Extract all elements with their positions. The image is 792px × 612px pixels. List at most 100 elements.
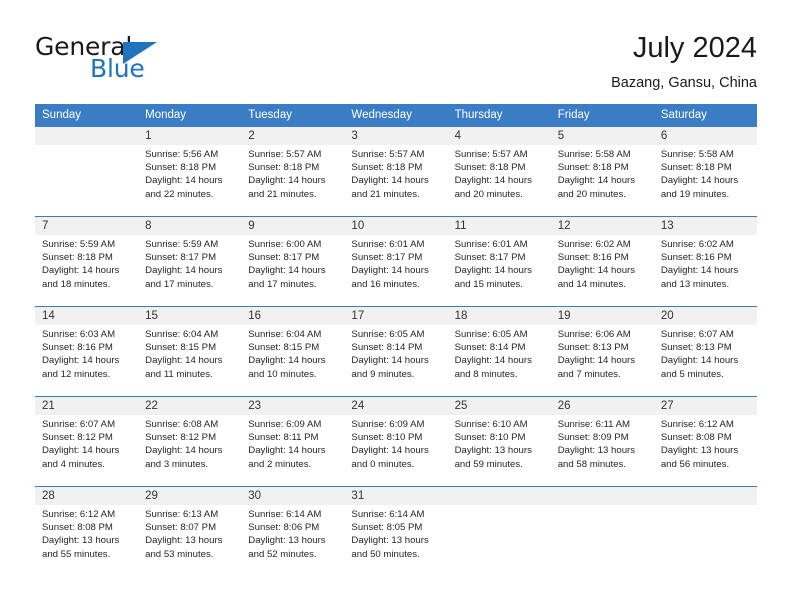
- daylight-text-line1: Daylight: 14 hours: [145, 355, 223, 367]
- calendar-cell: 22 Sunrise: 6:08 AM Sunset: 8:12 PM Dayligh…: [138, 396, 242, 486]
- daylight-text-line2: and 8 minutes.: [454, 368, 518, 380]
- logo-text-blue: Blue: [90, 54, 145, 83]
- day-cell[interactable]: 17 Sunrise: 6:05 AM Sunset: 8:14 PM Dayligh…: [344, 306, 448, 396]
- day-details: Sunrise: 6:04 AM Sunset: 8:15 PM Daylight:…: [241, 325, 344, 381]
- daylight-text-line2: and 7 minutes.: [557, 368, 621, 380]
- day-cell[interactable]: 28 Sunrise: 6:12 AM Sunset: 8:08 PM Dayligh…: [35, 486, 139, 576]
- sunset-text: Sunset: 8:18 PM: [454, 162, 526, 174]
- daylight-text-line1: Daylight: 14 hours: [454, 355, 532, 367]
- day-cell[interactable]: 26 Sunrise: 6:11 AM Sunset: 8:09 PM Dayligh…: [550, 396, 654, 486]
- day-cell[interactable]: 12 Sunrise: 6:02 AM Sunset: 8:16 PM Dayligh…: [550, 216, 654, 306]
- day-cell[interactable]: 6 Sunrise: 5:58 AM Sunset: 8:18 PM Daylight…: [653, 126, 757, 216]
- day-number: 24: [344, 397, 448, 415]
- sunset-text: Sunset: 8:18 PM: [351, 162, 423, 174]
- sunrise-text: Sunrise: 6:05 AM: [454, 329, 528, 340]
- day-details: Sunrise: 6:11 AM Sunset: 8:09 PM Daylight:…: [551, 415, 654, 471]
- day-cell[interactable]: 19 Sunrise: 6:06 AM Sunset: 8:13 PM Dayligh…: [550, 306, 654, 396]
- day-cell[interactable]: 18 Sunrise: 6:05 AM Sunset: 8:14 PM Dayligh…: [447, 306, 551, 396]
- sunrise-text: Sunrise: 6:08 AM: [145, 419, 219, 430]
- sunset-text: Sunset: 8:05 PM: [351, 522, 423, 534]
- day-cell[interactable]: 25 Sunrise: 6:10 AM Sunset: 8:10 PM Dayligh…: [447, 396, 551, 486]
- day-cell[interactable]: 4 Sunrise: 5:57 AM Sunset: 8:18 PM Daylight…: [447, 126, 551, 216]
- calendar-cell: 29 Sunrise: 6:13 AM Sunset: 8:07 PM Dayligh…: [138, 486, 242, 576]
- day-cell[interactable]: 16 Sunrise: 6:04 AM Sunset: 8:15 PM Dayligh…: [241, 306, 345, 396]
- calendar-cell: [653, 486, 757, 576]
- day-number: 3: [344, 127, 448, 145]
- day-details: Sunrise: 6:02 AM Sunset: 8:16 PM Daylight:…: [551, 235, 654, 291]
- day-cell[interactable]: 8 Sunrise: 5:59 AM Sunset: 8:17 PM Daylight…: [138, 216, 242, 306]
- day-details: Sunrise: 6:12 AM Sunset: 8:08 PM Daylight:…: [35, 505, 138, 561]
- calendar-cell: 25 Sunrise: 6:10 AM Sunset: 8:10 PM Dayligh…: [447, 396, 551, 486]
- sunrise-text: Sunrise: 5:59 AM: [42, 239, 116, 250]
- calendar-cell: [35, 126, 139, 216]
- day-cell[interactable]: 2 Sunrise: 5:57 AM Sunset: 8:18 PM Daylight…: [241, 126, 345, 216]
- general-blue-logo[interactable]: General Blue: [35, 30, 235, 92]
- daylight-text-line2: and 17 minutes.: [145, 278, 214, 290]
- daylight-text-line2: and 2 minutes.: [248, 458, 312, 470]
- day-number: [550, 487, 654, 505]
- daylight-text-line1: Daylight: 14 hours: [351, 445, 429, 457]
- calendar-week-row: 14 Sunrise: 6:03 AM Sunset: 8:16 PM Dayligh…: [35, 306, 757, 396]
- day-number: 1: [138, 127, 242, 145]
- day-cell[interactable]: 30 Sunrise: 6:14 AM Sunset: 8:06 PM Dayligh…: [241, 486, 345, 576]
- sunset-text: Sunset: 8:16 PM: [557, 252, 629, 264]
- day-number: 30: [241, 487, 345, 505]
- day-cell[interactable]: 22 Sunrise: 6:08 AM Sunset: 8:12 PM Dayligh…: [138, 396, 242, 486]
- daylight-text-line1: Daylight: 14 hours: [351, 175, 429, 187]
- day-cell[interactable]: 15 Sunrise: 6:04 AM Sunset: 8:15 PM Dayligh…: [138, 306, 242, 396]
- sunset-text: Sunset: 8:09 PM: [557, 432, 629, 444]
- day-cell-empty: [35, 126, 139, 216]
- day-details: Sunrise: 5:56 AM Sunset: 8:18 PM Daylight:…: [138, 145, 241, 201]
- sunset-text: Sunset: 8:17 PM: [145, 252, 217, 264]
- sunrise-text: Sunrise: 6:01 AM: [454, 239, 528, 250]
- day-cell[interactable]: 29 Sunrise: 6:13 AM Sunset: 8:07 PM Dayligh…: [138, 486, 242, 576]
- title-block: July 2024 Bazang, Gansu, China: [611, 30, 757, 94]
- day-cell[interactable]: 24 Sunrise: 6:09 AM Sunset: 8:10 PM Dayligh…: [344, 396, 448, 486]
- day-cell[interactable]: 21 Sunrise: 6:07 AM Sunset: 8:12 PM Dayligh…: [35, 396, 139, 486]
- day-details: Sunrise: 6:00 AM Sunset: 8:17 PM Daylight:…: [241, 235, 344, 291]
- day-cell[interactable]: 23 Sunrise: 6:09 AM Sunset: 8:11 PM Dayligh…: [241, 396, 345, 486]
- day-cell[interactable]: 27 Sunrise: 6:12 AM Sunset: 8:08 PM Dayligh…: [653, 396, 757, 486]
- day-cell[interactable]: 9 Sunrise: 6:00 AM Sunset: 8:17 PM Daylight…: [241, 216, 345, 306]
- calendar-cell: 24 Sunrise: 6:09 AM Sunset: 8:10 PM Dayligh…: [344, 396, 448, 486]
- day-number: 4: [447, 127, 551, 145]
- day-details: Sunrise: 5:57 AM Sunset: 8:18 PM Daylight:…: [448, 145, 551, 201]
- day-details: Sunrise: 5:58 AM Sunset: 8:18 PM Daylight:…: [654, 145, 757, 201]
- daylight-text-line2: and 21 minutes.: [351, 188, 420, 200]
- day-cell[interactable]: 5 Sunrise: 5:58 AM Sunset: 8:18 PM Daylight…: [550, 126, 654, 216]
- day-number: 29: [138, 487, 242, 505]
- daylight-text-line2: and 50 minutes.: [351, 548, 420, 560]
- calendar-cell: 21 Sunrise: 6:07 AM Sunset: 8:12 PM Dayligh…: [35, 396, 139, 486]
- daylight-text-line2: and 13 minutes.: [660, 278, 730, 290]
- daylight-text-line1: Daylight: 14 hours: [351, 355, 429, 367]
- daylight-text-line1: Daylight: 14 hours: [557, 355, 636, 367]
- sunrise-text: Sunrise: 6:02 AM: [660, 239, 734, 250]
- weekday-header-saturday: Saturday: [653, 104, 757, 126]
- day-cell[interactable]: 3 Sunrise: 5:57 AM Sunset: 8:18 PM Daylight…: [344, 126, 448, 216]
- day-cell[interactable]: 11 Sunrise: 6:01 AM Sunset: 8:17 PM Dayligh…: [447, 216, 551, 306]
- daylight-text-line2: and 20 minutes.: [454, 188, 523, 200]
- day-cell[interactable]: 7 Sunrise: 5:59 AM Sunset: 8:18 PM Daylight…: [35, 216, 139, 306]
- calendar-page: General Blue July 2024 Bazang, Gansu, Ch…: [0, 0, 792, 612]
- calendar-cell: 7 Sunrise: 5:59 AM Sunset: 8:18 PM Daylight…: [35, 216, 139, 306]
- day-cell[interactable]: 31 Sunrise: 6:14 AM Sunset: 8:05 PM Dayligh…: [344, 486, 448, 576]
- day-cell[interactable]: 1 Sunrise: 5:56 AM Sunset: 8:18 PM Daylight…: [138, 126, 242, 216]
- daylight-text-line2: and 18 minutes.: [42, 278, 111, 290]
- sunset-text: Sunset: 8:17 PM: [248, 252, 320, 264]
- daylight-text-line2: and 15 minutes.: [454, 278, 523, 290]
- day-number: 11: [447, 217, 551, 235]
- daylight-text-line1: Daylight: 14 hours: [557, 175, 636, 187]
- day-number: 6: [653, 127, 757, 145]
- day-cell[interactable]: 14 Sunrise: 6:03 AM Sunset: 8:16 PM Dayligh…: [35, 306, 139, 396]
- day-cell[interactable]: 20 Sunrise: 6:07 AM Sunset: 8:13 PM Dayligh…: [653, 306, 757, 396]
- day-cell[interactable]: 10 Sunrise: 6:01 AM Sunset: 8:17 PM Dayligh…: [344, 216, 448, 306]
- daylight-text-line2: and 16 minutes.: [351, 278, 420, 290]
- daylight-text-line2: and 3 minutes.: [145, 458, 209, 470]
- day-cell[interactable]: 13 Sunrise: 6:02 AM Sunset: 8:16 PM Dayligh…: [653, 216, 757, 306]
- sunset-text: Sunset: 8:06 PM: [248, 522, 320, 534]
- calendar-cell: 26 Sunrise: 6:11 AM Sunset: 8:09 PM Dayligh…: [550, 396, 654, 486]
- day-number: [653, 487, 757, 505]
- calendar-cell: 1 Sunrise: 5:56 AM Sunset: 8:18 PM Daylight…: [138, 126, 242, 216]
- sunset-text: Sunset: 8:14 PM: [351, 342, 423, 354]
- daylight-text-line1: Daylight: 14 hours: [660, 355, 739, 367]
